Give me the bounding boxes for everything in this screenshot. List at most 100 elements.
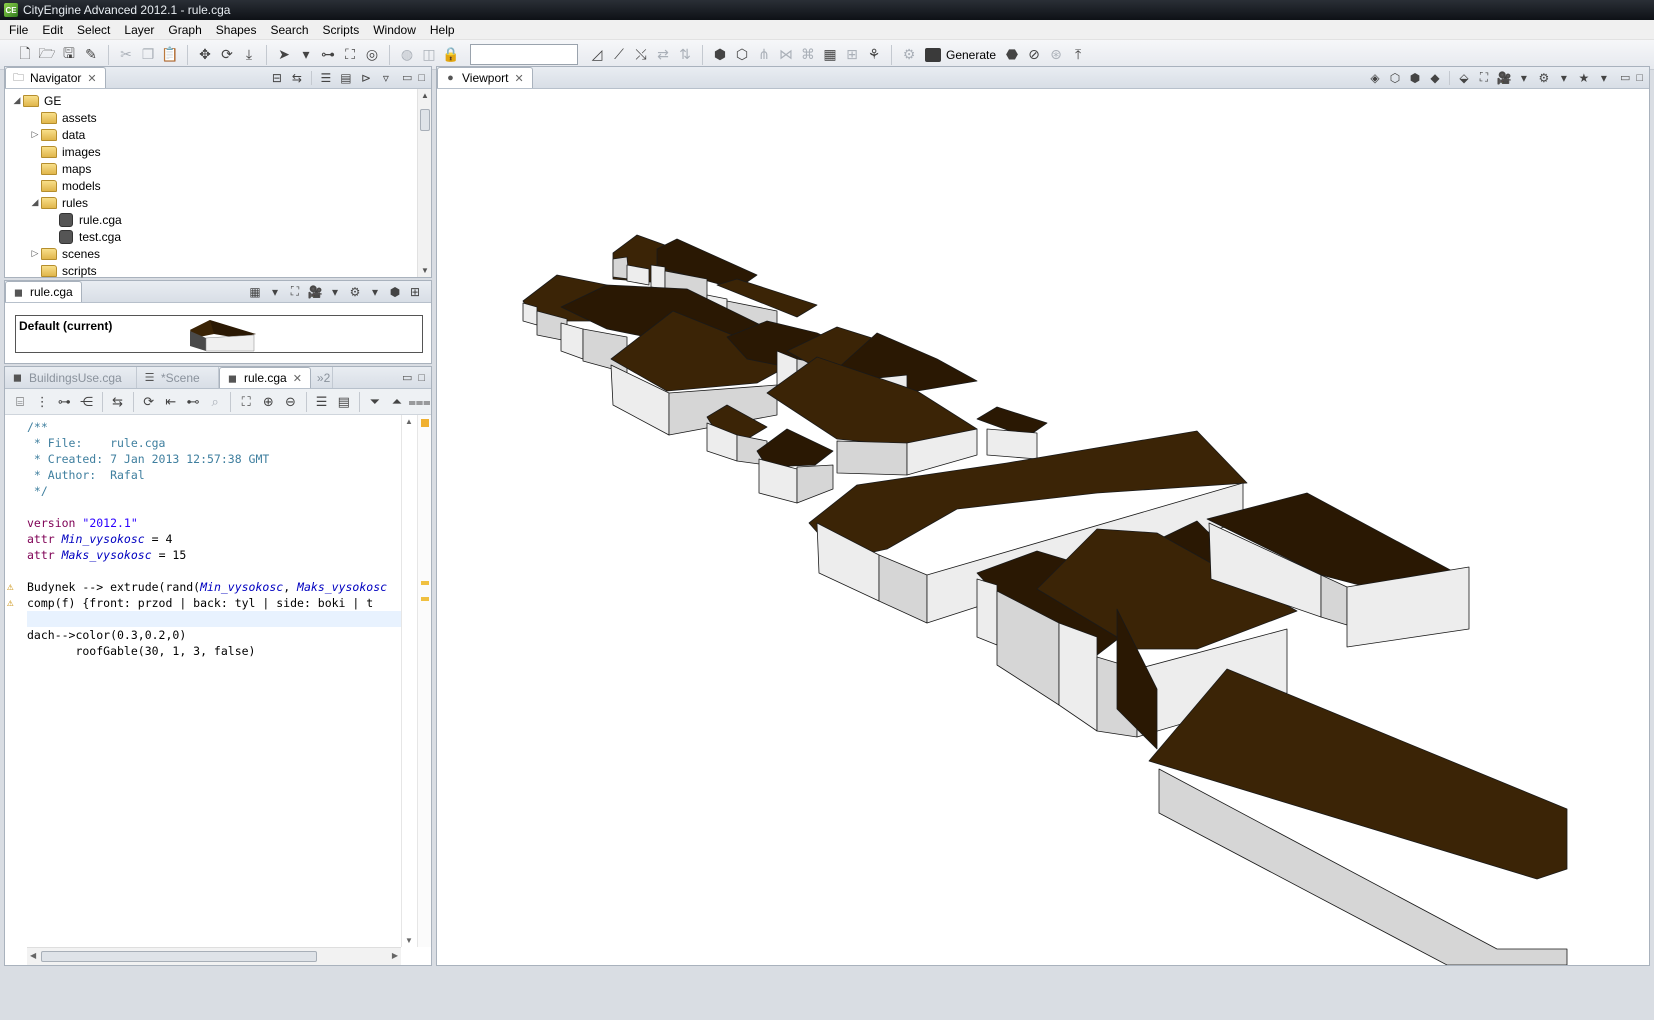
maximize-icon[interactable]: □ bbox=[418, 72, 425, 84]
expanded-triangle-icon[interactable]: ◢ bbox=[11, 95, 23, 106]
open-folder-icon[interactable]: 🗁 bbox=[37, 45, 57, 65]
style-preview-box[interactable]: Default (current) bbox=[15, 315, 423, 353]
code-editor[interactable]: ⚠ ⚠ /** * File: rule.cga * Created: 7 Jan… bbox=[5, 415, 401, 947]
chevron-down-icon[interactable]: ▾ bbox=[1595, 69, 1613, 87]
building-16-face[interactable] bbox=[1320, 574, 1348, 626]
zoom-out-icon[interactable]: ⊖ bbox=[280, 392, 300, 412]
code-line[interactable]: * File: rule.cga bbox=[27, 435, 401, 451]
search-icon[interactable]: ⌕ bbox=[205, 392, 225, 412]
cube-icon[interactable]: ◫ bbox=[419, 45, 439, 65]
chevron-down-icon[interactable]: ▾ bbox=[326, 283, 344, 301]
shape-subdivide-icon[interactable]: ⊞ bbox=[842, 45, 862, 65]
menu-item-scripts[interactable]: Scripts bbox=[316, 20, 367, 40]
minimize-icon[interactable]: ▭ bbox=[402, 71, 412, 84]
camera-icon[interactable]: 🎥 bbox=[306, 283, 324, 301]
scroll-thumb[interactable] bbox=[420, 109, 430, 131]
tab-navigator[interactable]: 🗀 Navigator ✕ bbox=[5, 67, 106, 88]
link-icon[interactable]: ⇆ bbox=[108, 392, 128, 412]
move-icon[interactable]: ✥ bbox=[195, 45, 215, 65]
scroll-down-icon[interactable]: ▼ bbox=[405, 936, 413, 945]
shape-cube-icon[interactable]: ⬢ bbox=[710, 45, 730, 65]
chevron-down-icon[interactable]: ▾ bbox=[366, 283, 384, 301]
expanded-triangle-icon[interactable]: ◢ bbox=[29, 197, 41, 208]
scroll-left-icon[interactable]: ◀ bbox=[30, 951, 36, 960]
expand-icon[interactable]: ⏷ bbox=[365, 392, 385, 412]
save-icon[interactable]: 🖫 bbox=[59, 45, 79, 65]
code-line[interactable]: attr Maks_vysokosc = 15 bbox=[27, 547, 401, 563]
chevron-down-icon[interactable]: ▾ bbox=[1515, 69, 1533, 87]
paste-icon[interactable]: 📋 bbox=[160, 45, 180, 65]
rule-assign-icon[interactable]: ⚙ bbox=[899, 45, 919, 65]
tab-editor-0[interactable]: ◼ BuildingsUse.cga bbox=[5, 367, 137, 388]
tree-item[interactable]: ◢ rules bbox=[5, 194, 417, 211]
shape-offset-icon[interactable]: ⌘ bbox=[798, 45, 818, 65]
list-view-icon[interactable]: ☰ bbox=[317, 69, 335, 87]
close-icon[interactable]: ✕ bbox=[293, 372, 302, 385]
scroll-right-icon[interactable]: ▶ bbox=[392, 951, 398, 960]
scroll-down-icon[interactable]: ▼ bbox=[418, 266, 432, 275]
tree-item[interactable]: maps bbox=[5, 160, 417, 177]
code-line[interactable] bbox=[27, 499, 401, 515]
tab-rule-cga[interactable]: ◼ rule.cga bbox=[5, 281, 82, 302]
warning-marker[interactable] bbox=[421, 597, 429, 601]
minimize-icon[interactable]: ▭ bbox=[1620, 71, 1630, 84]
building-4-face[interactable] bbox=[582, 328, 628, 374]
code-line[interactable]: Budynek --> extrude(rand(Min_vysokosc, M… bbox=[27, 579, 401, 595]
collapsed-triangle-icon[interactable]: ▷ bbox=[29, 248, 41, 259]
tab-editor-1[interactable]: ☰ *Scene bbox=[137, 367, 219, 388]
menu-item-help[interactable]: Help bbox=[423, 20, 462, 40]
building-13-face[interactable] bbox=[878, 554, 928, 624]
maximize-icon[interactable]: □ bbox=[1636, 72, 1643, 84]
wand-icon[interactable]: ✎ bbox=[81, 45, 101, 65]
shading-solid-icon[interactable]: ⬢ bbox=[1406, 69, 1424, 87]
building-0-face[interactable] bbox=[626, 264, 650, 286]
horizontal-scroll-thumb[interactable] bbox=[41, 951, 317, 962]
menu-item-layer[interactable]: Layer bbox=[117, 20, 161, 40]
building-14-face[interactable] bbox=[1058, 622, 1098, 732]
editor-vertical-scrollbar[interactable]: ▲ ▼ bbox=[401, 415, 417, 947]
close-icon[interactable]: ✕ bbox=[514, 72, 523, 85]
warning-icon[interactable]: ⚠ bbox=[7, 596, 19, 609]
chevron-down-icon[interactable]: ▾ bbox=[1555, 69, 1573, 87]
tree-item[interactable]: models bbox=[5, 177, 417, 194]
draw-street-icon[interactable]: ◿ bbox=[587, 45, 607, 65]
new-file-icon[interactable]: 🗋 bbox=[15, 45, 35, 65]
code-line[interactable]: */ bbox=[27, 483, 401, 499]
code-line[interactable]: attr Min_vysokosc = 4 bbox=[27, 531, 401, 547]
shading-textured-icon[interactable]: ◆ bbox=[1426, 69, 1444, 87]
shape-split-icon[interactable]: ⋔ bbox=[754, 45, 774, 65]
building-12-face[interactable] bbox=[796, 464, 834, 504]
building-14-face[interactable] bbox=[976, 578, 998, 646]
tree-item[interactable]: ▷ scenes bbox=[5, 245, 417, 262]
street-split-icon[interactable]: ⇄ bbox=[653, 45, 673, 65]
code-line[interactable]: * Author: Rafal bbox=[27, 467, 401, 483]
gear-icon[interactable]: ⚙ bbox=[1535, 69, 1553, 87]
graph-tree-icon[interactable]: ⋲ bbox=[76, 392, 96, 412]
3d-viewport-canvas[interactable] bbox=[437, 89, 1649, 965]
view-menu-chevron-icon[interactable]: ▿ bbox=[377, 69, 395, 87]
code-line[interactable] bbox=[27, 611, 401, 627]
frame-all-icon[interactable]: ⛶ bbox=[1475, 69, 1493, 87]
bookmark-star-icon[interactable]: ★ bbox=[1575, 69, 1593, 87]
street-edit-icon[interactable]: ⤯ bbox=[631, 45, 651, 65]
shape-cube2-icon[interactable]: ⬡ bbox=[732, 45, 752, 65]
tree-item[interactable]: scripts bbox=[5, 262, 417, 279]
copy-icon[interactable]: ❐ bbox=[138, 45, 158, 65]
tree-item[interactable]: test.cga bbox=[5, 228, 417, 245]
tree-item[interactable]: rule.cga bbox=[5, 211, 417, 228]
zoom-in-icon[interactable]: ⊕ bbox=[258, 392, 278, 412]
refresh-icon[interactable]: ⟳ bbox=[139, 392, 159, 412]
select-arrow-icon[interactable]: ➤ bbox=[274, 45, 294, 65]
cut-icon[interactable]: ✂ bbox=[116, 45, 136, 65]
menu-item-shapes[interactable]: Shapes bbox=[209, 20, 264, 40]
code-line[interactable]: dach-->color(0.3,0.2,0) bbox=[27, 627, 401, 643]
package-icon[interactable]: ⬢ bbox=[386, 283, 404, 301]
menu-item-search[interactable]: Search bbox=[263, 20, 315, 40]
graph-layout-icon[interactable]: ⊶ bbox=[54, 392, 74, 412]
tab-editor-3[interactable]: »2 bbox=[311, 367, 333, 388]
building-0-face[interactable] bbox=[612, 256, 630, 280]
scroll-up-icon[interactable]: ▲ bbox=[418, 91, 432, 100]
fit-icon[interactable]: ⛶ bbox=[236, 392, 256, 412]
collapse-icon[interactable]: ⏶ bbox=[387, 392, 407, 412]
building-17-face[interactable] bbox=[1148, 668, 1568, 880]
